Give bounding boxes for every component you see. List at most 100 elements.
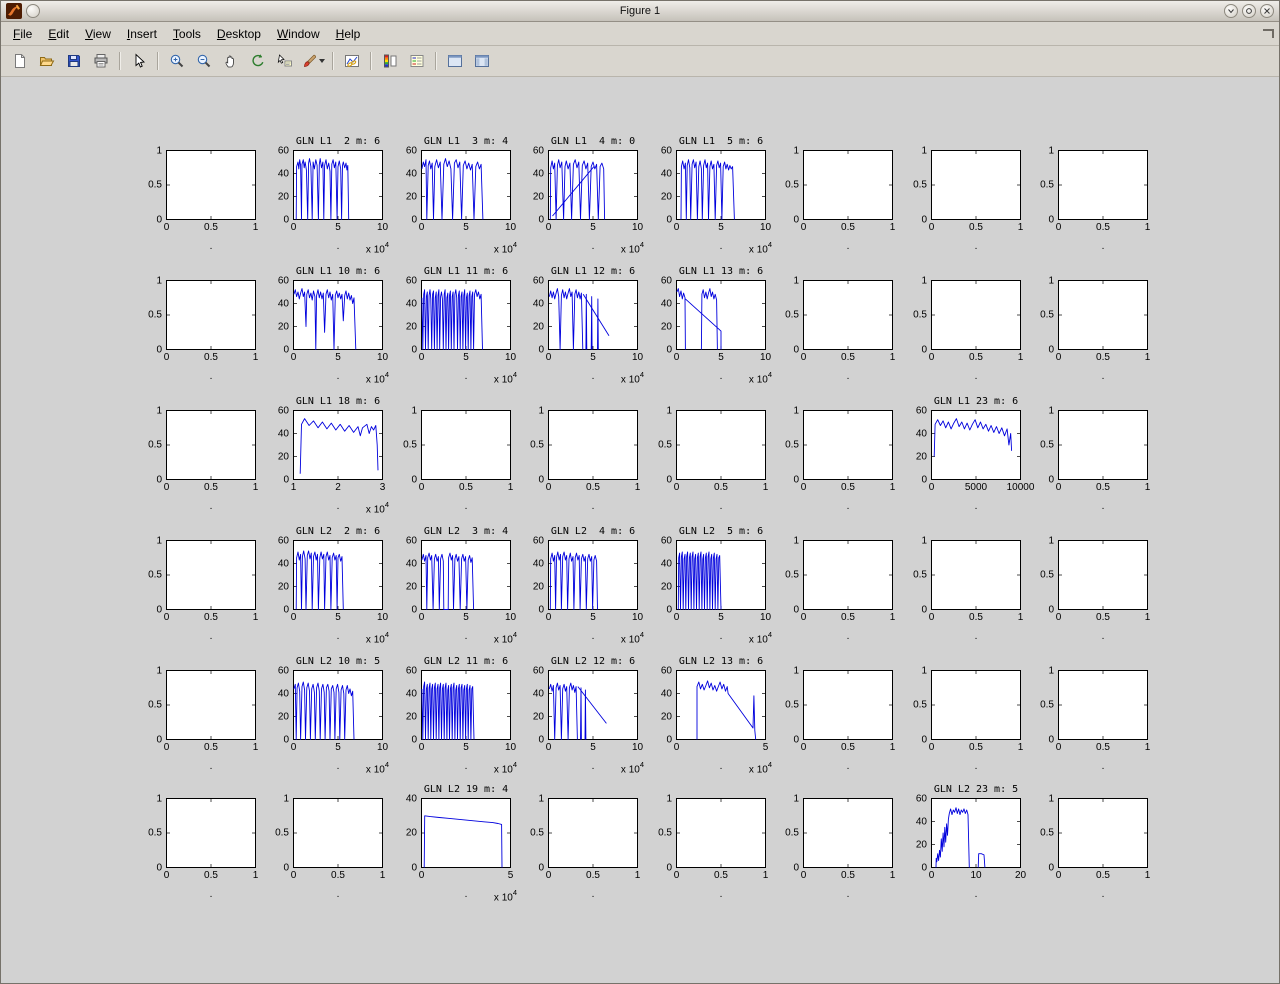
subplot-plot-area [803, 670, 893, 740]
y-tick-label: 0 [793, 474, 799, 485]
maximize-button[interactable] [1242, 4, 1256, 18]
subplot-axes[interactable] [931, 798, 1021, 868]
menu-tools[interactable]: Tools [165, 24, 209, 44]
subplot-axes[interactable] [548, 798, 638, 868]
close-button[interactable] [1260, 4, 1274, 18]
save-figure-button[interactable] [61, 49, 86, 74]
menu-edit[interactable]: Edit [40, 24, 77, 44]
y-tick-label: 40 [278, 558, 289, 569]
subplot-axes[interactable] [1058, 280, 1148, 350]
y-tick-label: 1 [1048, 405, 1054, 416]
y-tick-label: 0 [921, 604, 927, 615]
zoom-out-button[interactable] [191, 49, 216, 74]
x-tick-label: 5 [718, 222, 724, 233]
x-tick-label: 0 [546, 612, 552, 623]
subplot-axes[interactable] [676, 670, 766, 740]
pan-button[interactable] [218, 49, 243, 74]
link-plot-button[interactable] [339, 49, 364, 74]
brush-data-button[interactable] [299, 49, 326, 74]
subplot-axes[interactable] [1058, 410, 1148, 480]
minimize-button[interactable] [1224, 4, 1238, 18]
zoom-in-button[interactable] [164, 49, 189, 74]
subplot-title: GLN L2 4 m: 6 [528, 526, 658, 537]
subplot-axes[interactable] [421, 670, 511, 740]
subplot-axes[interactable] [421, 280, 511, 350]
x-axis-label: . [465, 889, 468, 900]
subplot-axes[interactable] [548, 540, 638, 610]
subplot-axes[interactable] [421, 798, 511, 868]
menu-desktop[interactable]: Desktop [209, 24, 269, 44]
rotate-3d-button[interactable] [245, 49, 270, 74]
window-menu-button[interactable] [26, 4, 40, 18]
show-plot-tools-button[interactable] [469, 49, 494, 74]
subplot-axes[interactable] [1058, 540, 1148, 610]
insert-colorbar-button[interactable] [377, 49, 402, 74]
subplot-axes[interactable] [166, 280, 256, 350]
data-cursor-button[interactable] [272, 49, 297, 74]
open-file-button[interactable] [34, 49, 59, 74]
new-figure-button[interactable] [7, 49, 32, 74]
subplot-axes[interactable] [676, 150, 766, 220]
menu-insert[interactable]: Insert [119, 24, 165, 44]
hide-plot-tools-button[interactable] [442, 49, 467, 74]
exponent-prefix: x 10 [621, 764, 640, 775]
subplot-axes[interactable] [293, 670, 383, 740]
subplot-axes[interactable] [931, 670, 1021, 740]
subplot-axes[interactable] [931, 540, 1021, 610]
subplot-axes[interactable] [293, 540, 383, 610]
y-tick-label: 1 [1048, 145, 1054, 156]
edit-plot-button[interactable] [126, 49, 151, 74]
menu-window[interactable]: Window [269, 24, 328, 44]
subplot-plot-area [931, 670, 1021, 740]
y-tick-label: 0 [793, 604, 799, 615]
subplot-axes[interactable] [931, 280, 1021, 350]
subplot-axes[interactable] [676, 540, 766, 610]
x-tick-label: 5 [463, 222, 469, 233]
subplot-axes[interactable] [803, 410, 893, 480]
menu-help[interactable]: Help [328, 24, 369, 44]
subplot-axes[interactable] [548, 670, 638, 740]
subplot-axes[interactable] [676, 798, 766, 868]
subplot-axes[interactable] [421, 540, 511, 610]
brush-dropdown-icon[interactable] [319, 59, 325, 63]
subplot-axes[interactable] [293, 150, 383, 220]
subplot-axes[interactable] [931, 150, 1021, 220]
subplot-axes[interactable] [421, 410, 511, 480]
x-tick-label: 0 [291, 352, 297, 363]
subplot-axes[interactable] [293, 410, 383, 480]
x-tick-label: 0 [164, 352, 170, 363]
subplot: 00.5100.51. [166, 280, 256, 350]
subplot-axes[interactable] [803, 670, 893, 740]
exponent-power: 4 [768, 760, 772, 769]
menu-file[interactable]: File [5, 24, 40, 44]
subplot: 00.5100.51. [166, 670, 256, 740]
subplot-axes[interactable] [166, 540, 256, 610]
subplot-axes[interactable] [166, 670, 256, 740]
subplot-axes[interactable] [803, 540, 893, 610]
subplot-axes[interactable] [421, 150, 511, 220]
subplot-axes[interactable] [293, 280, 383, 350]
subplot-axes[interactable] [293, 798, 383, 868]
subplot-title: GLN L2 12 m: 6 [528, 656, 658, 667]
insert-legend-button[interactable] [404, 49, 429, 74]
subplot-axes[interactable] [931, 410, 1021, 480]
subplot-axes[interactable] [1058, 670, 1148, 740]
y-tick-label: 0 [156, 862, 162, 873]
menu-view[interactable]: View [77, 24, 119, 44]
subplot-plot-area [166, 410, 256, 480]
y-tick-label: 1 [666, 793, 672, 804]
subplot-axes[interactable] [548, 150, 638, 220]
subplot-axes[interactable] [803, 280, 893, 350]
subplot-axes[interactable] [803, 798, 893, 868]
print-figure-button[interactable] [88, 49, 113, 74]
subplot-axes[interactable] [166, 798, 256, 868]
subplot-axes[interactable] [803, 150, 893, 220]
subplot-axes[interactable] [676, 280, 766, 350]
subplot-axes[interactable] [676, 410, 766, 480]
subplot-axes[interactable] [548, 280, 638, 350]
subplot-axes[interactable] [166, 410, 256, 480]
subplot-axes[interactable] [1058, 798, 1148, 868]
subplot-axes[interactable] [166, 150, 256, 220]
subplot-axes[interactable] [548, 410, 638, 480]
subplot-axes[interactable] [1058, 150, 1148, 220]
